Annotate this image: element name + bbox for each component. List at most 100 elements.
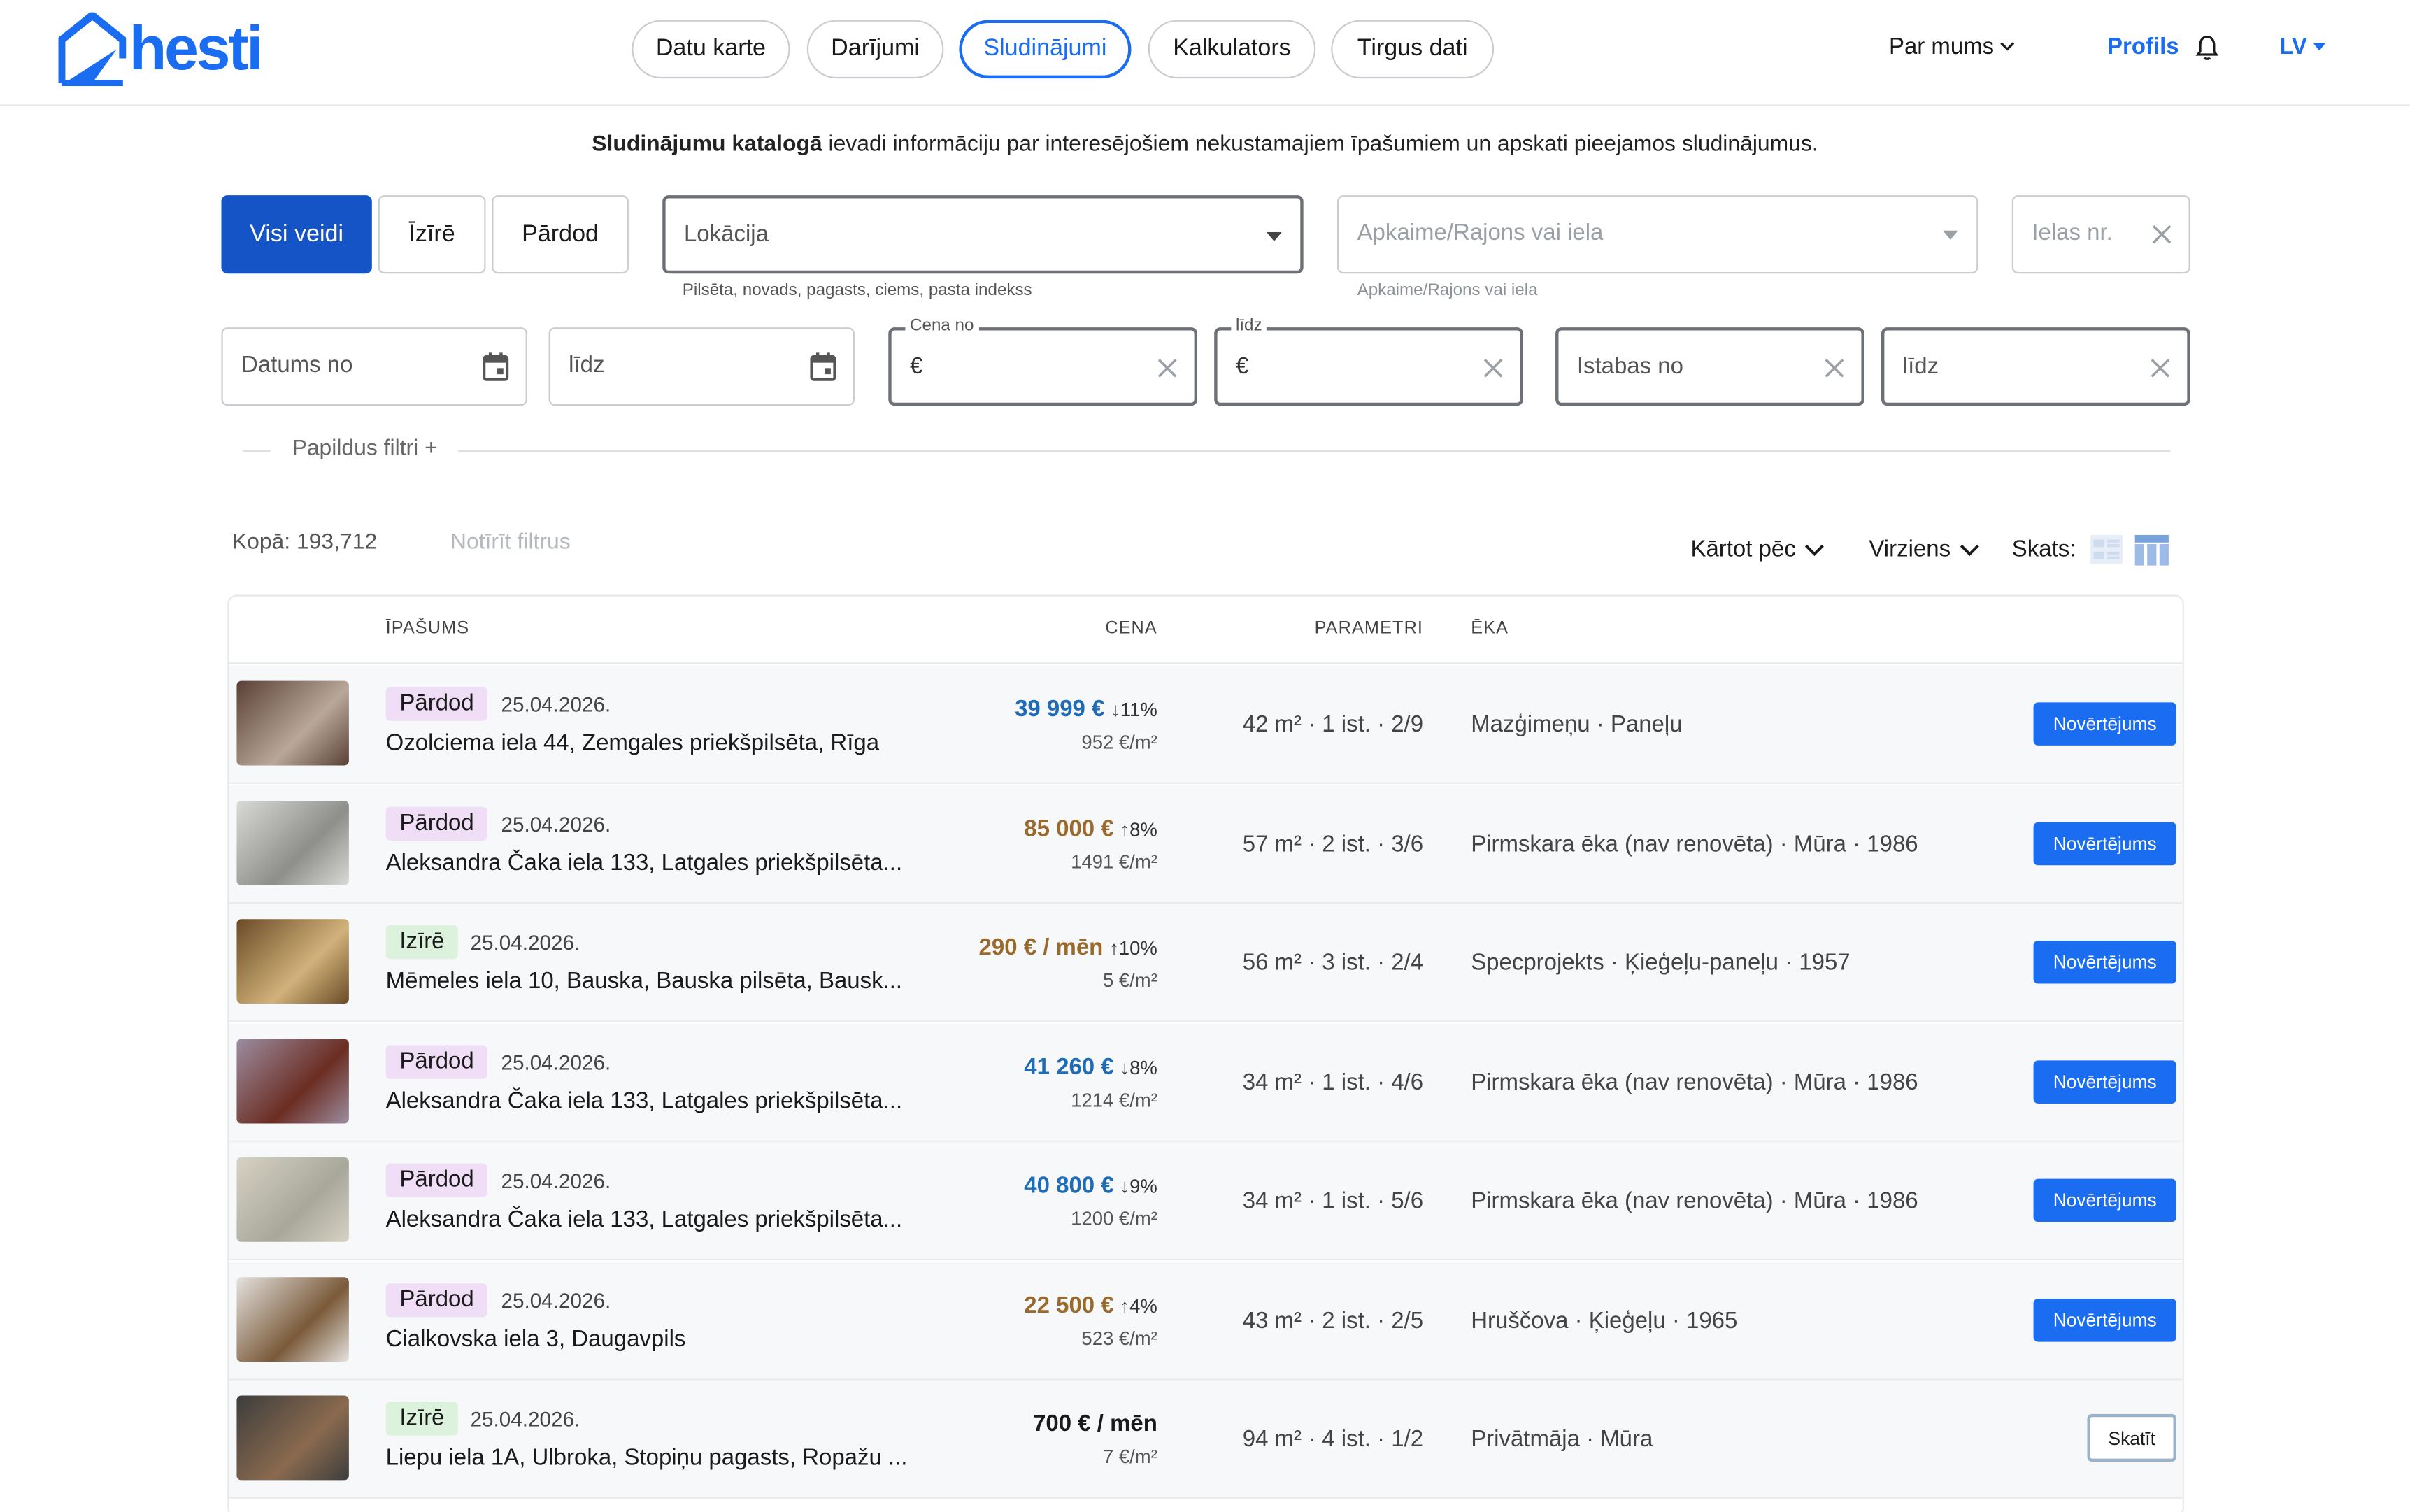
close-icon[interactable] [2151, 358, 2171, 378]
rooms-from-input[interactable]: Istabas no [1555, 327, 1864, 406]
listing-building: Pirmskara ēka (nav renovēta) · Mūra · 19… [1471, 1069, 1918, 1095]
intro-rest: ievadi informāciju par interesējošiem ne… [822, 132, 1818, 157]
date-from-input[interactable]: Datums no [221, 327, 527, 406]
location-placeholder: Lokācija [683, 221, 769, 248]
date-to-placeholder: līdz [569, 352, 605, 378]
currency-symbol: € [910, 353, 923, 380]
listing-date: 25.04.2026. [470, 931, 580, 955]
price-per-m2: 952 €/m² [1081, 732, 1157, 753]
caret-down-icon [1942, 230, 1958, 240]
listing-building: Mazģimeņu · Paneļu [1471, 711, 1683, 738]
listing-thumbnail[interactable] [236, 919, 349, 1004]
listing-row[interactable]: Pārdod 25.04.2026. Cialkovska iela 3, Daug… [229, 1261, 2183, 1380]
calendar-icon[interactable] [483, 352, 509, 381]
valuation-button[interactable]: Novērtējums [2033, 1297, 2176, 1341]
price-from-input[interactable]: Cena no € [888, 316, 1198, 406]
price-value: 39 999 € [1015, 696, 1105, 722]
street-number-placeholder: Ielas nr. [2032, 220, 2113, 246]
listing-address[interactable]: Ozolciema iela 44, Zemgales priekšpilsēt… [386, 730, 879, 756]
street-number-input[interactable]: Ielas nr. [2011, 195, 2190, 274]
view-button[interactable]: Skatīt [2087, 1413, 2176, 1462]
listing-row[interactable]: Pārdod 25.04.2026. Aleksandra Čaka iela 13… [229, 784, 2183, 904]
notifications-button[interactable] [2195, 34, 2219, 69]
valuation-button[interactable]: Novērtējums [2033, 1178, 2176, 1222]
price-to-input[interactable]: līdz € [1214, 316, 1523, 406]
bell-icon [2195, 36, 2219, 60]
listing-thumbnail[interactable] [236, 1395, 349, 1481]
listing-address[interactable]: Mēmeles iela 10, Bauska, Bauska pilsēta,… [386, 969, 902, 994]
close-icon[interactable] [2152, 224, 2172, 245]
price-per-m2: 523 €/m² [1081, 1327, 1157, 1349]
listing-thumbnail[interactable] [236, 1276, 349, 1362]
listing-price: 85 000 € ↑8% [1024, 815, 1157, 841]
location-select[interactable]: Lokācija [662, 195, 1304, 274]
price-from-label: Cena no [905, 316, 979, 336]
sort-by-dropdown[interactable]: Kārtot pēc [1690, 536, 1825, 562]
listing-address[interactable]: Liepu iela 1A, Ulbroka, Stopiņu pagasts,… [386, 1445, 908, 1471]
listing-thumbnail[interactable] [236, 1157, 349, 1242]
table-view-button[interactable] [2134, 534, 2169, 573]
sort-by-label: Kārtot pēc [1690, 536, 1796, 563]
listing-row[interactable]: Pārdod 25.04.2026. Aleksandra Čaka iela 13… [229, 1141, 2183, 1261]
valuation-button[interactable]: Novērtējums [2033, 940, 2176, 984]
column-price: CENA [1105, 619, 1157, 639]
listing-row[interactable]: Pārdod 25.04.2026. Aleksandra Čaka iela 13… [229, 1022, 2183, 1141]
type-sell-button[interactable]: Pārdod [492, 195, 629, 274]
listing-row[interactable]: Izīrē 25.04.2026. Mēmeles iela 10, Bauska,… [229, 904, 2183, 1022]
listing-thumbnail[interactable] [236, 680, 349, 766]
valuation-button[interactable]: Novērtējums [2033, 1060, 2176, 1103]
listing-address[interactable]: Aleksandra Čaka iela 133, Latgales priek… [386, 849, 902, 875]
type-all-button[interactable]: Visi veidi [221, 195, 372, 274]
profile-link[interactable]: Profils [2107, 34, 2179, 59]
nav-tirgus-dati[interactable]: Tirgus dati [1331, 20, 1495, 79]
price-change: ↑8% [1120, 818, 1157, 841]
listing-parameters: 94 m² · 4 ist. · 1/2 [1242, 1426, 1424, 1453]
nav-darijumi[interactable]: Darījumi [806, 20, 944, 79]
logo[interactable]: hesti [58, 12, 264, 87]
listing-type-badge: Pārdod [385, 806, 488, 841]
valuation-button[interactable]: Novērtējums [2033, 702, 2176, 746]
clear-filters-button[interactable]: Notīrīt filtrus [450, 530, 571, 555]
price-per-m2: 1200 €/m² [1071, 1208, 1157, 1230]
caret-down-icon [1266, 231, 1282, 242]
close-icon[interactable] [1825, 358, 1845, 378]
listing-parameters: 56 m² · 3 ist. · 2/4 [1242, 950, 1424, 976]
rooms-from-placeholder: Istabas no [1576, 353, 1683, 380]
listing-address[interactable]: Aleksandra Čaka iela 133, Latgales priek… [386, 1206, 902, 1232]
type-rent-button[interactable]: Īzīrē [378, 195, 486, 274]
close-icon[interactable] [1157, 358, 1178, 378]
table-header: ĪPAŠUMS CENA PARAMETRI ĒKA [229, 597, 2183, 664]
listing-row[interactable]: Pārdod 25.04.2026. Ozolciema iela 44, Zemg… [229, 665, 2183, 784]
nav-sludinajumi[interactable]: Sludinājumi [959, 20, 1132, 79]
close-icon[interactable] [1483, 358, 1504, 378]
valuation-button[interactable]: Novērtējums [2033, 821, 2176, 865]
listing-row[interactable]: Izīrē 25.04.2026. Liepu iela 1A, Ulbroka, … [229, 1380, 2183, 1499]
listing-address[interactable]: Aleksandra Čaka iela 133, Latgales priek… [386, 1087, 902, 1113]
direction-dropdown[interactable]: Virziens [1869, 536, 1980, 562]
calendar-icon[interactable] [810, 352, 836, 381]
price-per-m2: 1214 €/m² [1071, 1089, 1157, 1111]
divider [457, 450, 2171, 452]
language-selector[interactable]: LV [2279, 34, 2326, 60]
district-select[interactable]: Apkaime/Rajons vai iela [1336, 195, 1978, 274]
rooms-to-input[interactable]: līdz [1881, 327, 2190, 406]
listing-date: 25.04.2026. [501, 1050, 611, 1074]
price-value: 41 260 € [1024, 1053, 1114, 1080]
about-menu[interactable]: Par mums [1889, 34, 2016, 60]
nav-kalkulators[interactable]: Kalkulators [1148, 20, 1316, 79]
listing-parameters: 34 m² · 1 ist. · 4/6 [1242, 1069, 1424, 1095]
listing-thumbnail[interactable] [236, 799, 349, 885]
listing-type-badge: Izīrē [385, 1402, 459, 1436]
listing-price: 22 500 € ↑4% [1024, 1292, 1157, 1318]
more-filters-toggle[interactable]: Papildus filtri + [243, 436, 2171, 467]
price-change: ↓8% [1120, 1056, 1157, 1078]
list-view-button[interactable] [2090, 534, 2123, 572]
intro-text: Sludinājumu katalogā ievadi informāciju … [0, 132, 2410, 157]
price-per-m2: 1491 €/m² [1071, 850, 1157, 873]
listing-thumbnail[interactable] [236, 1038, 349, 1123]
nav-datu-karte[interactable]: Datu karte [632, 20, 790, 79]
listing-date: 25.04.2026. [501, 1169, 611, 1193]
listing-type-badge: Pārdod [385, 1044, 488, 1078]
listing-address[interactable]: Cialkovska iela 3, Daugavpils [386, 1326, 686, 1352]
date-to-input[interactable]: līdz [548, 327, 855, 406]
